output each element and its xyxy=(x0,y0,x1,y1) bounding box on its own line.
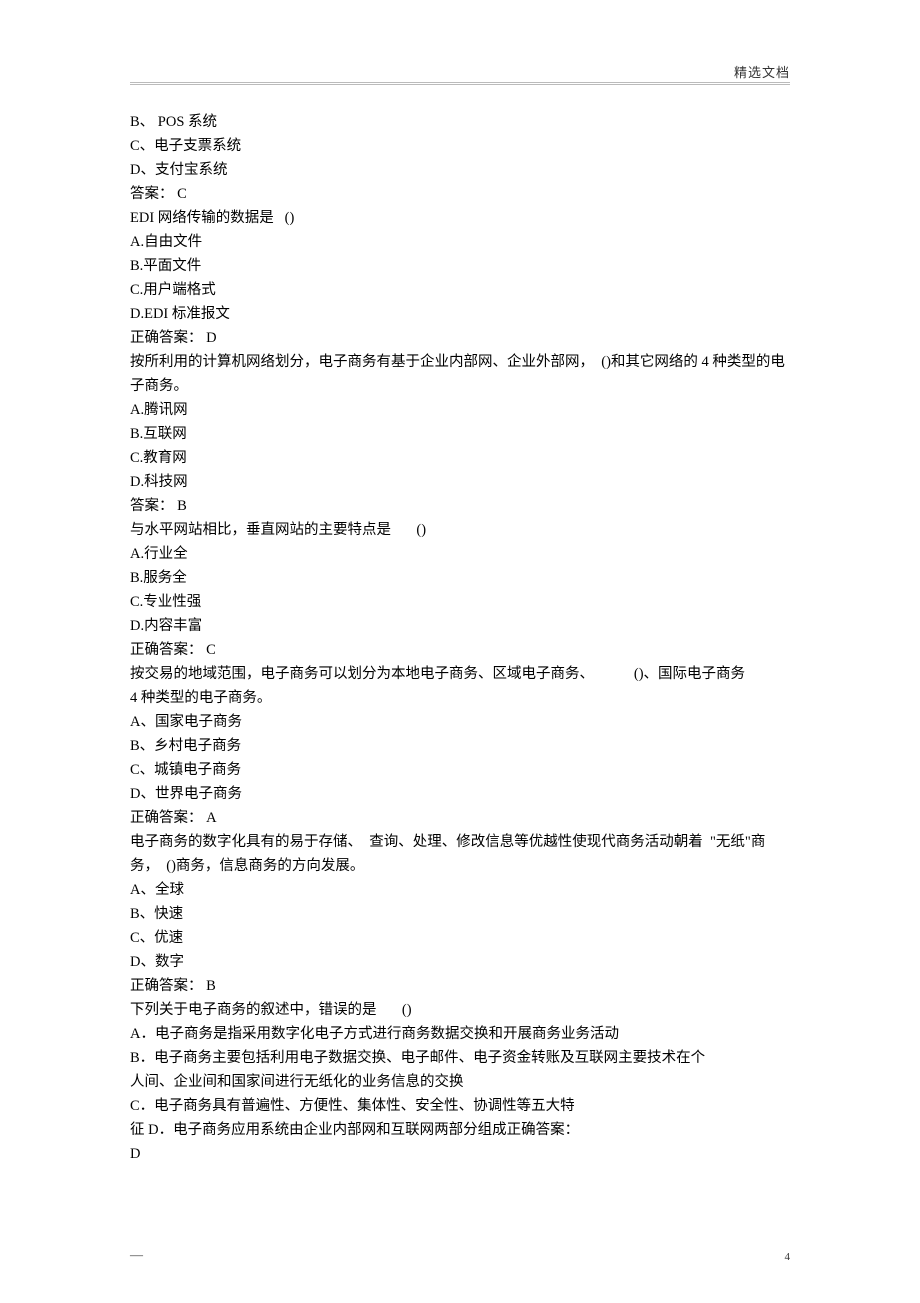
text-line: A.腾讯网 xyxy=(130,398,790,422)
text-line: A．电子商务是指采用数字化电子方式进行商务数据交换和开展商务业务活动 xyxy=(130,1022,790,1046)
text-line: 正确答案： A xyxy=(130,806,790,830)
text-line: A.行业全 xyxy=(130,542,790,566)
text-line: 正确答案： C xyxy=(130,638,790,662)
text-line: C.教育网 xyxy=(130,446,790,470)
text-line: D xyxy=(130,1142,790,1166)
text-line: D.内容丰富 xyxy=(130,614,790,638)
text-line: B.服务全 xyxy=(130,566,790,590)
text-line: C、优速 xyxy=(130,926,790,950)
text-line: EDI 网络传输的数据是 () xyxy=(130,206,790,230)
footer-dash: — xyxy=(130,1247,143,1263)
text-line: A.自由文件 xyxy=(130,230,790,254)
text-line: D.科技网 xyxy=(130,470,790,494)
text-line: A、全球 xyxy=(130,878,790,902)
text-line: B、乡村电子商务 xyxy=(130,734,790,758)
text-line: B.平面文件 xyxy=(130,254,790,278)
text-line: C、城镇电子商务 xyxy=(130,758,790,782)
text-line: 答案： C xyxy=(130,182,790,206)
header-label: 精选文档 xyxy=(734,62,790,81)
text-line: D、支付宝系统 xyxy=(130,158,790,182)
page-number: 4 xyxy=(785,1251,791,1263)
text-line: 正确答案： D xyxy=(130,326,790,350)
document-body: B、 POS 系统 C、电子支票系统 D、支付宝系统 答案： C EDI 网络传… xyxy=(130,110,790,1166)
text-line: A、国家电子商务 xyxy=(130,710,790,734)
text-line: 下列关于电子商务的叙述中，错误的是 () xyxy=(130,998,790,1022)
header-rule xyxy=(130,82,790,85)
text-line: C．电子商务具有普遍性、方便性、集体性、安全性、协调性等五大特 xyxy=(130,1094,790,1118)
text-line: C.专业性强 xyxy=(130,590,790,614)
text-line: B．电子商务主要包括利用电子数据交换、电子邮件、电子资金转账及互联网主要技术在个 xyxy=(130,1046,790,1070)
text-line: 正确答案： B xyxy=(130,974,790,998)
text-line: 按所利用的计算机网络划分，电子商务有基于企业内部网、企业外部网， ()和其它网络… xyxy=(130,350,790,398)
text-line: B、 POS 系统 xyxy=(130,110,790,134)
text-line: 电子商务的数字化具有的易于存储、 查询、处理、修改信息等优越性使现代商务活动朝着… xyxy=(130,830,790,878)
text-line: 答案： B xyxy=(130,494,790,518)
text-line: D.EDI 标准报文 xyxy=(130,302,790,326)
text-line: C.用户端格式 xyxy=(130,278,790,302)
text-line: D、世界电子商务 xyxy=(130,782,790,806)
text-line: 与水平网站相比，垂直网站的主要特点是 () xyxy=(130,518,790,542)
text-line: C、电子支票系统 xyxy=(130,134,790,158)
text-line: B.互联网 xyxy=(130,422,790,446)
document-page: 精选文档 B、 POS 系统 C、电子支票系统 D、支付宝系统 答案： C ED… xyxy=(0,0,920,1303)
text-line: 按交易的地域范围，电子商务可以划分为本地电子商务、区域电子商务、 ()、国际电子… xyxy=(130,662,790,686)
text-line: 征 D．电子商务应用系统由企业内部网和互联网两部分组成正确答案： xyxy=(130,1118,790,1142)
text-line: D、数字 xyxy=(130,950,790,974)
text-line: 4 种类型的电子商务。 xyxy=(130,686,790,710)
text-line: 人间、企业间和国家间进行无纸化的业务信息的交换 xyxy=(130,1070,790,1094)
text-line: B、快速 xyxy=(130,902,790,926)
